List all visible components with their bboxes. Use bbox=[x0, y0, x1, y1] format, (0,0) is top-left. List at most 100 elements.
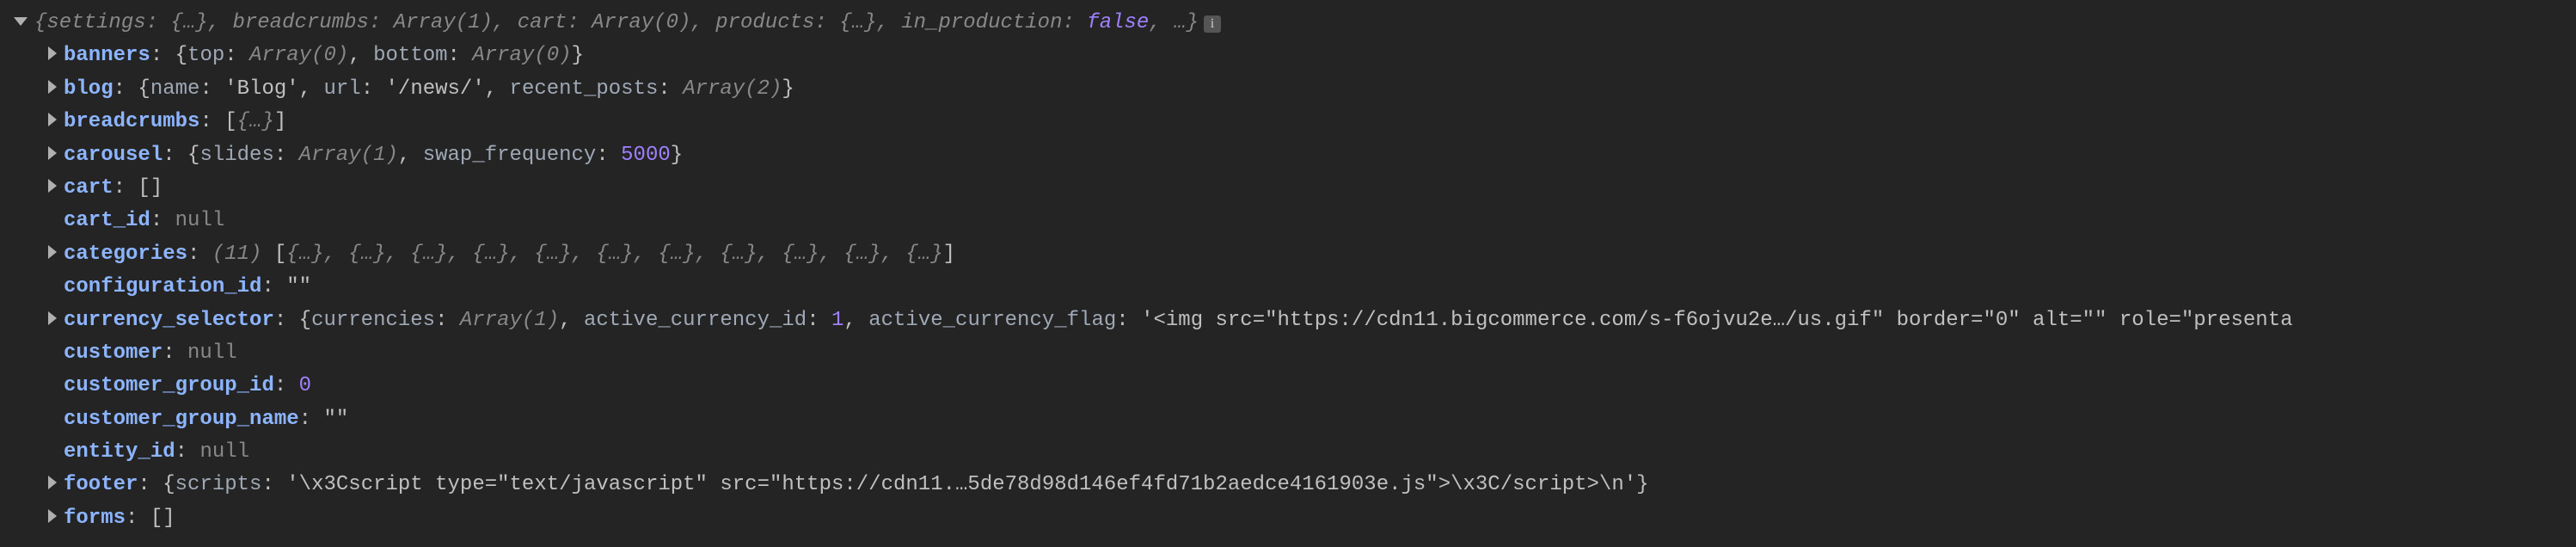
property-value-part: 1 bbox=[831, 309, 843, 332]
chevron-right-icon[interactable] bbox=[48, 179, 57, 193]
property-value-part: } bbox=[782, 77, 794, 101]
object-property-row[interactable]: cart: [] bbox=[0, 172, 2576, 205]
property-value-part: bottom bbox=[373, 44, 447, 67]
property-key: banners bbox=[64, 44, 150, 67]
property-value-part: '/news/' bbox=[386, 77, 485, 101]
property-key: blog bbox=[64, 77, 113, 101]
property-value-part: : bbox=[658, 77, 683, 101]
property-value-part: : [ bbox=[199, 110, 236, 133]
property-key: cart_id bbox=[64, 209, 150, 232]
object-property-row[interactable]: categories: (11) [{…}, {…}, {…}, {…}, {…… bbox=[0, 238, 2576, 271]
property-value-part: : { bbox=[274, 309, 311, 332]
property-value-part: , bbox=[299, 77, 324, 101]
object-property-row: configuration_id: "" bbox=[0, 271, 2576, 304]
object-property-row[interactable]: forms: [] bbox=[0, 502, 2576, 535]
property-value-part: "" bbox=[286, 275, 311, 298]
object-property-row[interactable]: carousel: {slides: Array(1), swap_freque… bbox=[0, 139, 2576, 172]
object-root-summary: {settings: {…}, breadcrumbs: Array(1), c… bbox=[34, 7, 1199, 40]
property-value-part: Array(2) bbox=[683, 77, 782, 101]
property-content: currency_selector: {currencies: Array(1)… bbox=[64, 304, 2293, 337]
property-value-part: , bbox=[559, 309, 584, 332]
object-property-row[interactable]: currency_selector: {currencies: Array(1)… bbox=[0, 304, 2576, 337]
property-key: breadcrumbs bbox=[64, 110, 199, 133]
property-value-part: Array(0) bbox=[472, 44, 571, 67]
property-value-part: } bbox=[572, 44, 584, 67]
property-content: footer: {scripts: '\x3Cscript type="text… bbox=[64, 469, 1649, 501]
property-value-part: null bbox=[187, 341, 237, 365]
property-content: configuration_id: "" bbox=[64, 271, 311, 304]
property-value-part: : bbox=[261, 275, 286, 298]
property-value-part: : bbox=[448, 44, 473, 67]
property-value-part: Array(1) bbox=[460, 309, 559, 332]
property-key: customer_group_name bbox=[64, 408, 299, 431]
property-key: configuration_id bbox=[64, 275, 261, 298]
chevron-right-icon[interactable] bbox=[48, 146, 57, 160]
property-value-part: : [] bbox=[113, 176, 163, 200]
property-value-part: : bbox=[596, 144, 621, 167]
property-value-part: {…}, {…}, {…}, {…}, {…}, {…}, {…}, {…}, … bbox=[286, 243, 942, 266]
property-value-part: 0 bbox=[299, 374, 311, 397]
property-value-part: null bbox=[175, 209, 225, 232]
object-property-row[interactable]: footer: {scripts: '\x3Cscript type="text… bbox=[0, 469, 2576, 501]
chevron-right-icon[interactable] bbox=[48, 113, 57, 126]
property-content: cart_id: null bbox=[64, 205, 224, 237]
property-value-part: name bbox=[150, 77, 200, 101]
chevron-right-icon[interactable] bbox=[48, 80, 57, 94]
property-value-part: : bbox=[274, 374, 299, 397]
property-value-part: : bbox=[199, 77, 224, 101]
object-property-row: customer_group_name: "" bbox=[0, 403, 2576, 436]
property-value-part: ] bbox=[943, 243, 955, 266]
property-content: forms: [] bbox=[64, 502, 175, 535]
property-key: customer_group_id bbox=[64, 374, 274, 397]
property-value-part: active_currency_id bbox=[584, 309, 807, 332]
property-value-part: : bbox=[361, 77, 386, 101]
property-value-part: : bbox=[1116, 309, 1141, 332]
chevron-right-icon[interactable] bbox=[48, 311, 57, 325]
property-value-part: '\x3Cscript type="text/javascript" src="… bbox=[286, 473, 1636, 496]
property-content: carousel: {slides: Array(1), swap_freque… bbox=[64, 139, 683, 172]
property-value-part: : { bbox=[113, 77, 150, 101]
property-value-part: , bbox=[843, 309, 868, 332]
property-value-part: : bbox=[274, 144, 299, 167]
object-property-row[interactable]: breadcrumbs: [{…}] bbox=[0, 106, 2576, 138]
property-value-part: , bbox=[485, 77, 510, 101]
property-value-part: [ bbox=[274, 243, 286, 266]
object-property-row[interactable]: banners: {top: Array(0), bottom: Array(0… bbox=[0, 40, 2576, 72]
property-content: customer_group_name: "" bbox=[64, 403, 348, 436]
property-key: cart bbox=[64, 176, 113, 200]
property-value-part: : { bbox=[138, 473, 175, 496]
object-root-row[interactable]: {settings: {…}, breadcrumbs: Array(1), c… bbox=[0, 7, 2576, 40]
property-value-part: Array(0) bbox=[249, 44, 348, 67]
property-value-part: swap_frequency bbox=[423, 144, 597, 167]
chevron-right-icon[interactable] bbox=[48, 509, 57, 523]
property-value-part: "" bbox=[323, 408, 348, 431]
property-value-part: : bbox=[150, 209, 175, 232]
property-key: carousel bbox=[64, 144, 163, 167]
property-value-part: } bbox=[1636, 473, 1648, 496]
chevron-down-icon[interactable] bbox=[14, 17, 28, 26]
object-property-row: entity_id: null bbox=[0, 436, 2576, 469]
property-value-part: scripts bbox=[175, 473, 262, 496]
chevron-right-icon[interactable] bbox=[48, 46, 57, 60]
property-value-part: : { bbox=[150, 44, 187, 67]
property-key: customer bbox=[64, 341, 163, 365]
info-icon[interactable]: i bbox=[1204, 15, 1221, 33]
property-content: blog: {name: 'Blog', url: '/news/', rece… bbox=[64, 73, 794, 106]
property-value-part: , bbox=[398, 144, 423, 167]
property-value-part: currencies bbox=[311, 309, 435, 332]
property-value-part: , bbox=[348, 44, 373, 67]
object-tree: {settings: {…}, breadcrumbs: Array(1), c… bbox=[0, 7, 2576, 535]
property-value-part: ] bbox=[274, 110, 286, 133]
object-property-row[interactable]: blog: {name: 'Blog', url: '/news/', rece… bbox=[0, 73, 2576, 106]
property-content: categories: (11) [{…}, {…}, {…}, {…}, {…… bbox=[64, 238, 955, 271]
property-content: customer: null bbox=[64, 337, 237, 370]
property-key: categories bbox=[64, 243, 187, 266]
property-value-part: : bbox=[807, 309, 831, 332]
property-content: banners: {top: Array(0), bottom: Array(0… bbox=[64, 40, 584, 72]
chevron-right-icon[interactable] bbox=[48, 476, 57, 489]
property-key: forms bbox=[64, 507, 126, 530]
chevron-right-icon[interactable] bbox=[48, 245, 57, 259]
property-value-part: : bbox=[175, 440, 200, 464]
property-key: currency_selector bbox=[64, 309, 274, 332]
property-value-part: } bbox=[671, 144, 683, 167]
